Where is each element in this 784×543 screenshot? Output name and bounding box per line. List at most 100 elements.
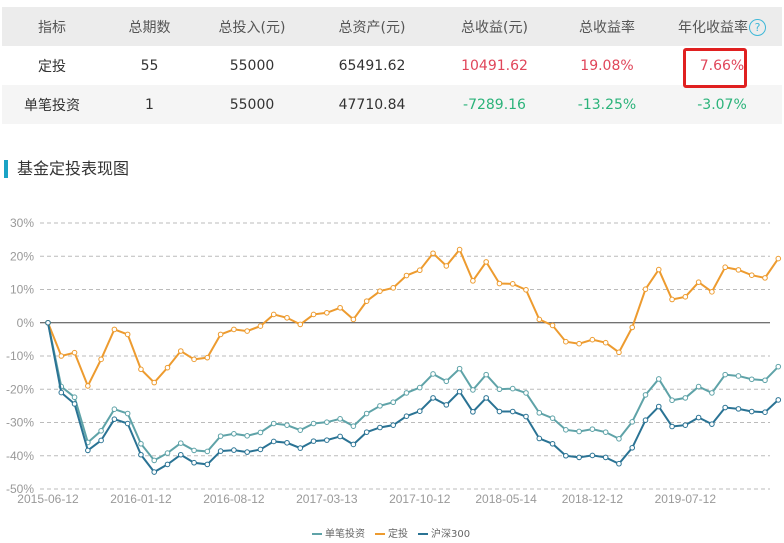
series-lump-sum-point xyxy=(244,433,250,439)
series-hs300-point xyxy=(563,452,569,459)
series-dca-point xyxy=(416,267,423,274)
series-hs300-point xyxy=(748,408,755,415)
series-lump-sum-point xyxy=(695,383,702,390)
series-dca-point xyxy=(244,328,250,334)
series-dca-point xyxy=(483,259,489,265)
series-dca-point xyxy=(629,324,636,331)
series-lump-sum-point xyxy=(748,376,755,383)
series-lump-sum-point xyxy=(629,419,636,425)
series-dca-line xyxy=(47,247,780,389)
legend-item-lump[interactable]: 单笔投资 xyxy=(312,525,365,540)
y-tick-label: -20% xyxy=(6,382,34,396)
legend-label: 沪深300 xyxy=(431,529,471,540)
series-lump-sum-point xyxy=(456,365,463,372)
series-lump-sum-point xyxy=(549,415,556,421)
series-dca-point xyxy=(695,279,702,285)
series-lump-sum-point xyxy=(71,394,78,401)
series-hs300-point xyxy=(138,451,144,458)
series-hs300-point xyxy=(45,319,51,326)
series-lump-sum-point xyxy=(655,376,662,382)
series-lump-sum-point xyxy=(177,440,184,446)
series-dca-point xyxy=(443,263,450,269)
series-hs300-point xyxy=(297,445,304,451)
series-hs300-point xyxy=(337,433,343,440)
series-dca-point xyxy=(111,326,118,333)
series-dca-point xyxy=(85,383,91,389)
series-lump-sum-point xyxy=(669,397,675,404)
series-lump-sum-point xyxy=(576,428,582,435)
legend-swatch xyxy=(312,533,322,535)
legend-item-hs300[interactable]: 沪深300 xyxy=(418,525,470,540)
series-dca-point xyxy=(177,348,184,354)
series-dca-point xyxy=(138,366,144,373)
series-dca-point xyxy=(390,285,397,291)
series-lump-sum-point xyxy=(337,416,343,422)
y-tick-label: 0% xyxy=(17,316,35,330)
series-hs300-point xyxy=(217,448,224,454)
series-hs300-line xyxy=(47,322,779,474)
series-lump-sum-point xyxy=(403,390,410,396)
series-hs300-point xyxy=(602,454,609,461)
series-hs300-point xyxy=(416,408,423,414)
y-tick-label: -40% xyxy=(6,449,34,463)
series-dca-point xyxy=(456,246,463,253)
x-tick-label: 2018-12-12 xyxy=(562,492,624,506)
series-hs300-point xyxy=(456,388,463,395)
series-lump-sum-point xyxy=(297,427,304,433)
series-hs300-point xyxy=(85,447,91,454)
legend-label: 定投 xyxy=(388,529,408,540)
series-dca-point xyxy=(722,264,728,271)
series-hs300-point xyxy=(310,438,317,444)
x-tick-label: 2017-10-12 xyxy=(389,492,451,506)
series-hs300-point xyxy=(523,413,529,420)
series-dca-point xyxy=(257,323,264,329)
series-hs300-point xyxy=(642,417,649,423)
series-lump-sum-point xyxy=(762,377,768,384)
x-tick-label: 2019-07-12 xyxy=(655,492,717,506)
series-lump-sum-point xyxy=(722,371,728,378)
series-dca-point xyxy=(642,286,649,292)
series-lump-sum-line xyxy=(47,322,779,462)
legend-item-dca[interactable]: 定投 xyxy=(375,525,408,540)
series-dca-point xyxy=(71,349,78,356)
series-dca-point xyxy=(310,311,317,318)
series-dca-point xyxy=(217,331,224,338)
series-lump-sum-point xyxy=(377,403,383,409)
series-dca-point xyxy=(98,356,104,363)
x-tick-label: 2017-03-13 xyxy=(296,492,358,506)
x-tick-label: 2018-05-14 xyxy=(475,492,537,506)
series-dca-point xyxy=(164,364,171,371)
series-hs300-point xyxy=(709,421,715,427)
series-dca-point xyxy=(377,288,383,294)
series-hs300-point xyxy=(775,397,782,403)
series-dca-point xyxy=(470,278,476,284)
series-dca-point xyxy=(363,298,370,304)
series-hs300-point xyxy=(496,408,503,415)
series-dca-point xyxy=(297,321,304,328)
series-hs300-point xyxy=(98,437,104,444)
series-dca-point xyxy=(616,349,622,356)
series-dca-point xyxy=(324,309,330,316)
series-lump-sum-point xyxy=(390,399,397,406)
series-hs300-point xyxy=(616,460,622,467)
series-lump-sum-point xyxy=(284,422,290,428)
series-hs300-point xyxy=(669,423,675,430)
series-lump-sum-point xyxy=(443,378,450,385)
series-lump-sum-point xyxy=(602,429,609,435)
series-lump-sum-point xyxy=(151,457,158,464)
y-tick-label: 30% xyxy=(10,216,34,230)
series-hs300-point xyxy=(509,408,516,415)
series-dca-point xyxy=(191,356,197,363)
series-dca-point xyxy=(549,322,556,329)
series-dca-point xyxy=(124,331,131,338)
series-lump-sum-point xyxy=(496,386,503,393)
series-dca-point xyxy=(231,326,237,333)
series-dca-point xyxy=(748,272,755,279)
series-lump-sum-point xyxy=(138,440,144,447)
series-lump-sum-point xyxy=(164,450,171,456)
series-dca-point xyxy=(350,316,357,323)
series-dca-point xyxy=(576,340,582,347)
series-lump-sum-point xyxy=(111,406,118,413)
series-lump-sum-point xyxy=(536,410,543,416)
series-lump-sum-point xyxy=(483,371,489,378)
